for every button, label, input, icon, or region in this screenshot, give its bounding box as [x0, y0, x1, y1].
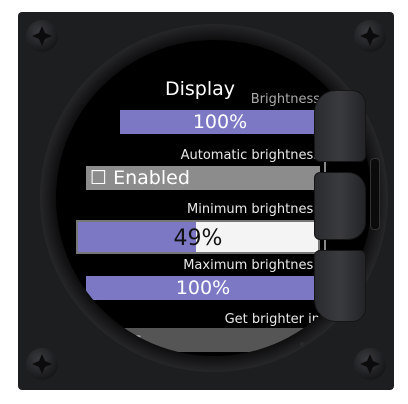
label-maximum-brightness: Maximum brightness: [183, 258, 320, 273]
screw-bottom-right-icon: [354, 348, 386, 380]
checkbox-unchecked-icon[interactable]: ☐: [90, 167, 107, 189]
rotary-knob-slot: [370, 158, 380, 230]
minimum-brightness-value: 49%: [173, 226, 223, 251]
screw-top-right-icon: [354, 20, 386, 52]
instrument-housing: Display Brightness 100% Automatic bright…: [18, 12, 394, 390]
label-get-brighter-in: Get brighter in: [224, 312, 320, 327]
screw-bottom-left-icon: [26, 348, 58, 380]
brightness-value: 100%: [192, 111, 248, 133]
maximum-brightness-bar[interactable]: 100%: [86, 276, 320, 300]
hardware-button-up[interactable]: [314, 90, 366, 162]
hardware-button-down[interactable]: [314, 250, 366, 322]
get-brighter-in-field[interactable]: 3s: [110, 328, 320, 352]
screw-top-left-icon: [26, 20, 58, 52]
display-menu: Display Brightness 100% Automatic bright…: [76, 78, 326, 352]
label-automatic-brightness: Automatic brightness: [180, 148, 320, 163]
brightness-bar[interactable]: 100%: [120, 110, 320, 134]
label-minimum-brightness: Minimum brightness: [187, 202, 320, 217]
automatic-brightness-value: Enabled: [113, 167, 190, 189]
screen-title: Display: [164, 78, 236, 100]
ambient-light-sensor: [300, 342, 304, 346]
minimum-brightness-slider[interactable]: 49%: [76, 220, 320, 254]
automatic-brightness-field[interactable]: ☐ Enabled: [86, 166, 320, 190]
hardware-button-middle[interactable]: [314, 172, 366, 240]
hardware-button-group: [314, 90, 380, 328]
get-brighter-in-value: 3s: [120, 329, 142, 351]
maximum-brightness-value: 100%: [175, 277, 231, 299]
